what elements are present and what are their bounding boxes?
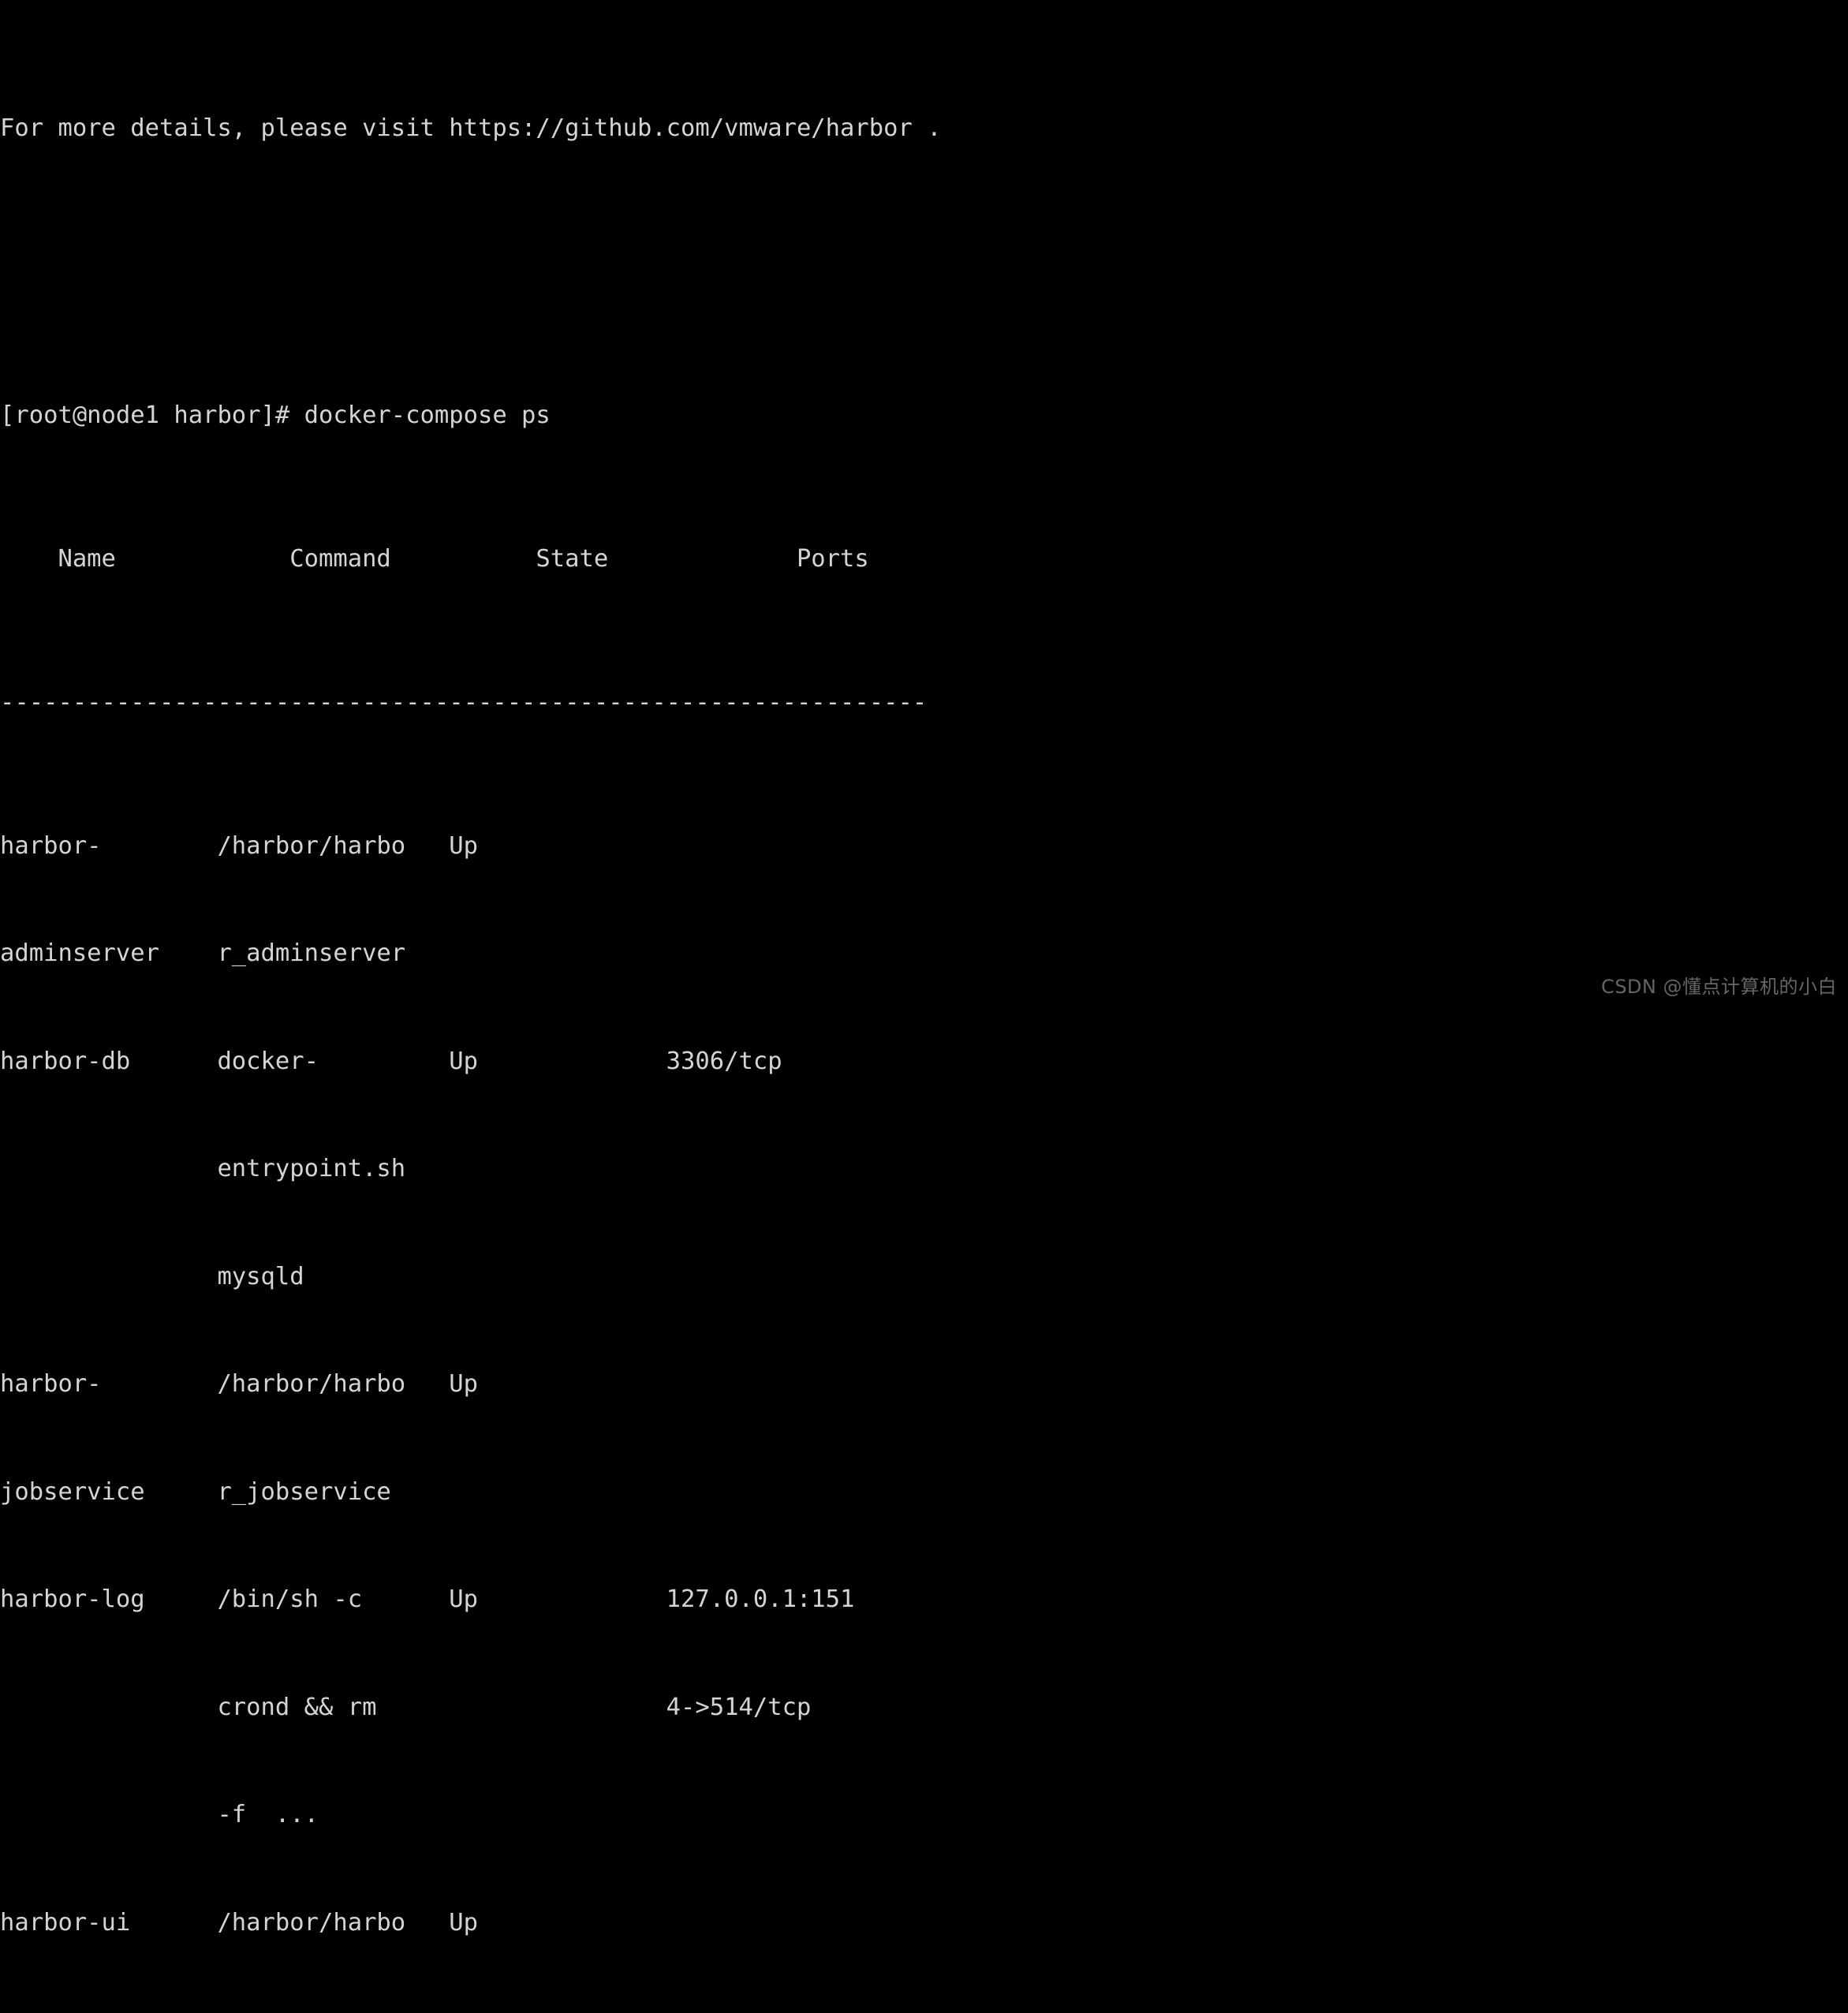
table-row: harbor- /harbor/harbo Up (0, 831, 478, 860)
table-row: jobservice r_jobservice (0, 1477, 391, 1506)
table-row: mysqld (0, 1262, 304, 1290)
table-row: r_ui (0, 2012, 942, 2013)
table-row: harbor-ui /harbor/harbo Up (0, 1908, 478, 1936)
table-header-row: Name Command State Ports (0, 544, 869, 573)
table-row: harbor- /harbor/harbo Up (0, 1370, 478, 1398)
terminal-scrollback[interactable]: For more details, please visit https://g… (0, 2, 942, 2013)
terminal-line-intro: For more details, please visit https://g… (0, 114, 942, 142)
table-row: adminserver r_adminserver (0, 939, 406, 967)
table-row: entrypoint.sh (0, 1155, 406, 1182)
table-separator: ----------------------------------------… (0, 688, 928, 716)
terminal-prompt-line[interactable]: [root@node1 harbor]# docker-compose ps (0, 398, 942, 434)
csdn-watermark: CSDN @懂点计算机的小白 (1600, 976, 1837, 998)
table-row: harbor-db docker- Up 3306/tcp (0, 1047, 782, 1075)
table-row: -f ... (0, 1801, 319, 1828)
table-row: crond && rm 4->514/tcp (0, 1693, 812, 1721)
table-row: harbor-log /bin/sh -c Up 127.0.0.1:151 (0, 1585, 855, 1613)
terminal-window[interactable]: For more details, please visit https://g… (0, 0, 1848, 1936)
